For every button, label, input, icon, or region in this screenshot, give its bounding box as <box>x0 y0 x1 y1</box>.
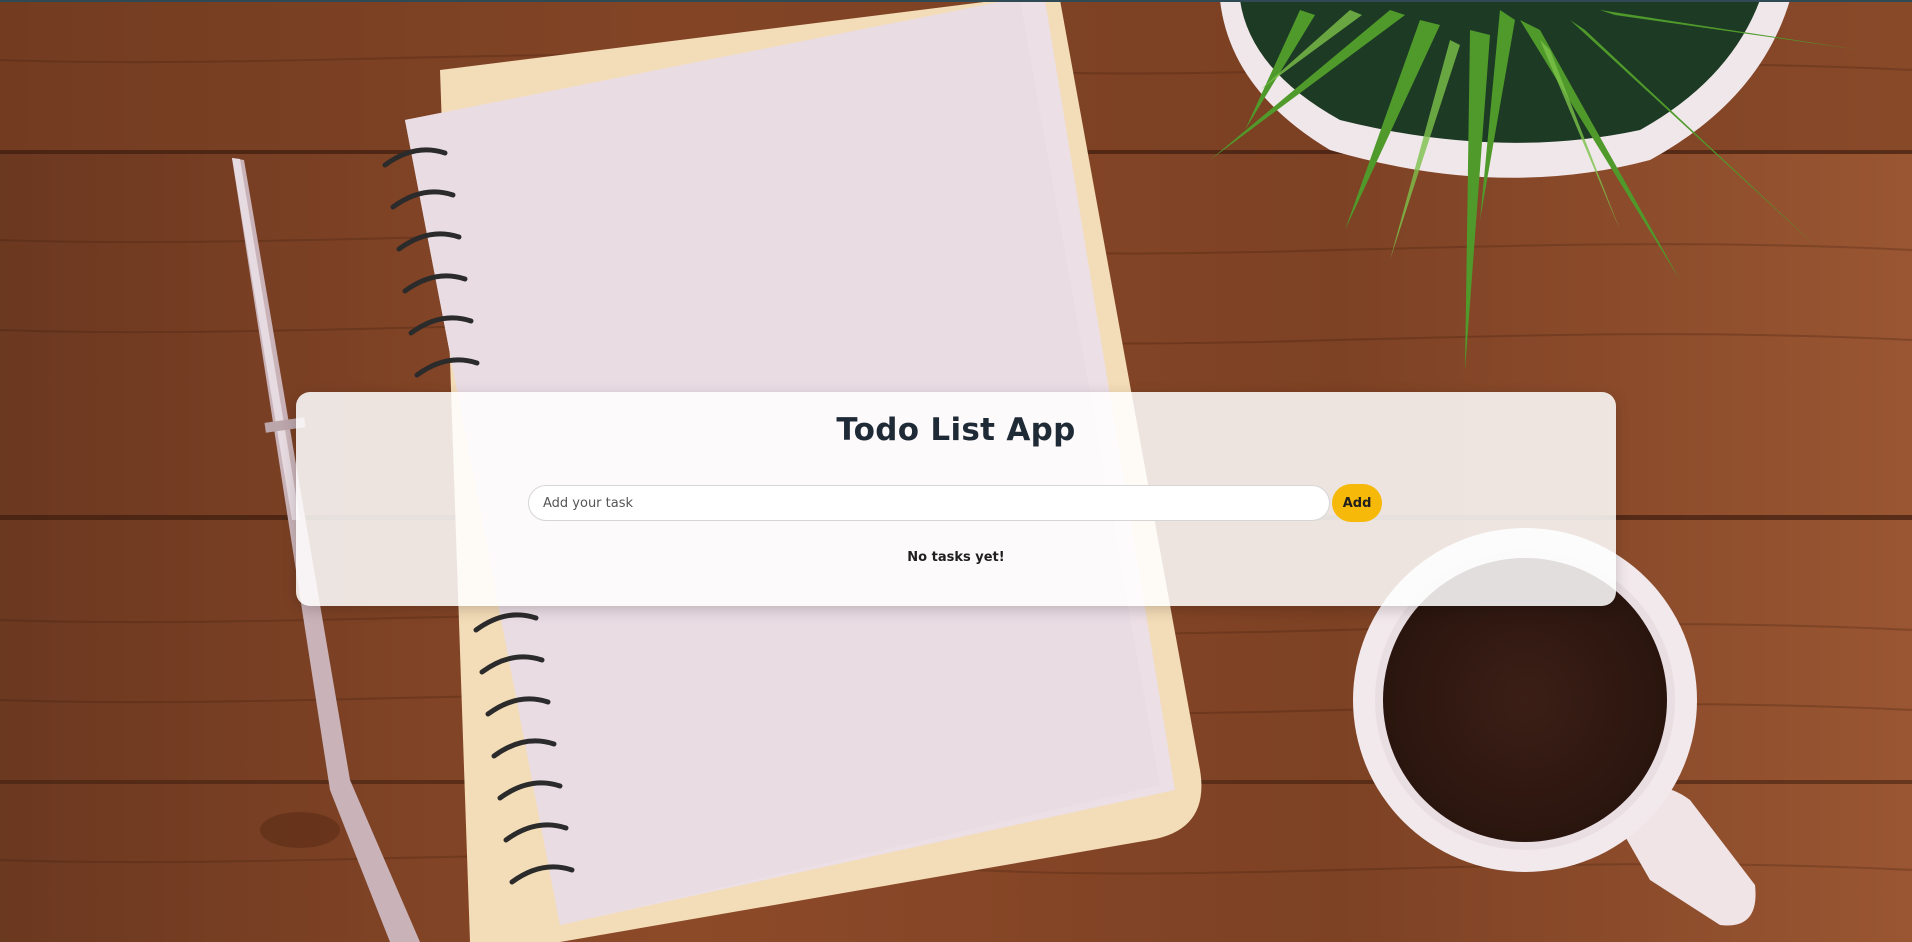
top-border-line <box>0 0 1912 2</box>
todo-card: Todo List App Add No tasks yet! <box>296 392 1616 606</box>
app-title: Todo List App <box>836 412 1076 448</box>
task-form: Add <box>528 484 1382 522</box>
add-task-button[interactable]: Add <box>1332 484 1382 522</box>
empty-task-message: No tasks yet! <box>907 550 1005 565</box>
task-input[interactable] <box>528 485 1331 521</box>
